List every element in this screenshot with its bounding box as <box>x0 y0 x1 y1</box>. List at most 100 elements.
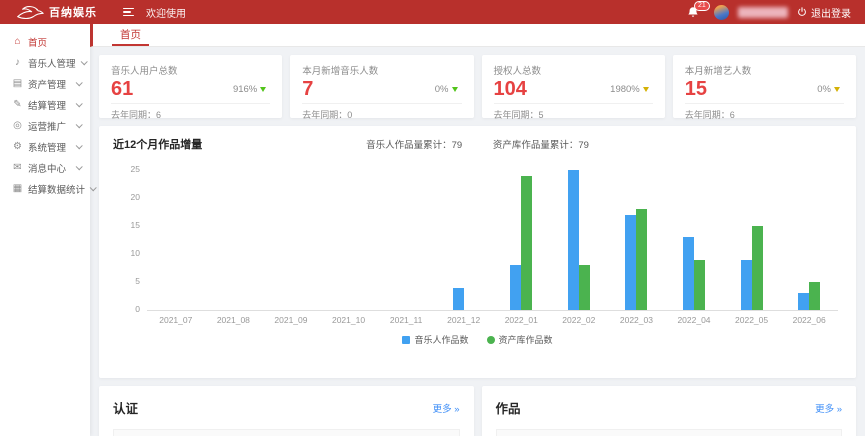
bottom-panels: 认证更多 »头像音乐人名称艺名类型申请时间状态操作作品更多 »封面作品名称音乐人… <box>99 386 856 436</box>
stat-card: 授权人总数1041980%去年同期：5 <box>482 55 665 118</box>
more-link[interactable]: 更多 » <box>815 401 842 415</box>
y-axis-tick: 0 <box>135 304 140 314</box>
table-header-row: 封面作品名称音乐人类型上传时间状态操作 <box>497 430 842 436</box>
gear-icon: ⚙ <box>12 141 23 152</box>
welcome-text: 欢迎使用 <box>146 5 186 20</box>
panel-title: 认证 <box>113 398 138 417</box>
bar-group <box>435 170 493 310</box>
stat-card: 本月新增音乐人数70%去年同期：0 <box>290 55 473 118</box>
stat-card-value: 15 <box>685 78 707 100</box>
sidebar-menu: ⌂首页♪音乐人管理▤资产管理✎结算管理◎运营推广⚙系统管理 ✉ 消息中心 ▦结算数据统… <box>0 31 90 199</box>
stat-cards-row: 音乐人用户总数61916%去年同期：6本月新增音乐人数70%去年同期：0授权人总… <box>99 55 856 118</box>
stat-percent-text: 1980% <box>610 84 640 95</box>
bar-group <box>780 170 838 310</box>
bar-musician[interactable] <box>625 215 636 310</box>
legend-item[interactable]: 资产库作品数 <box>487 333 553 346</box>
y-axis-tick: 5 <box>135 276 140 286</box>
stat-card-footer: 去年同期：5 <box>494 103 653 121</box>
trend-down-icon <box>452 87 458 92</box>
bar-asset[interactable] <box>809 282 820 310</box>
tab-bar: 首页 <box>90 24 865 47</box>
tab-home[interactable]: 首页 <box>115 27 146 46</box>
bar-asset[interactable] <box>752 226 763 310</box>
stat-card-mid: 15 0% <box>685 78 844 100</box>
trend-down-icon <box>643 87 649 92</box>
chevron-down-icon <box>80 58 87 65</box>
stat-card: 音乐人用户总数61916%去年同期：6 <box>99 55 282 118</box>
notification-badge: 21 <box>694 1 710 11</box>
bar-musician[interactable] <box>741 260 752 310</box>
stat-card-label: 本月新增艺人数 <box>685 63 844 77</box>
sidebar-item-globe[interactable]: ◎运营推广 <box>0 115 90 136</box>
notifications-button[interactable]: 21 <box>687 6 699 19</box>
logout-label: 退出登录 <box>811 5 851 20</box>
pencil-icon: ✎ <box>12 99 23 110</box>
stat-card: 本月新增艺人数150%去年同期：6 <box>673 55 856 118</box>
chart-card: 近12个月作品增量 音乐人作品量累计：79 资产库作品量累计：79 051015… <box>99 126 856 378</box>
stat-card-footer: 去年同期：6 <box>111 103 270 121</box>
sidebar: ⌂首页♪音乐人管理▤资产管理✎结算管理◎运营推广⚙系统管理 ✉ 消息中心 ▦结算数据统… <box>0 24 90 436</box>
legend-item[interactable]: 音乐人作品数 <box>402 333 468 346</box>
message-icon: ✉ <box>12 162 23 173</box>
panel-认证: 认证更多 »头像音乐人名称艺名类型申请时间状态操作 <box>99 386 474 436</box>
sidebar-item-headphones[interactable]: ♪音乐人管理 <box>0 52 90 73</box>
stat-card-label: 授权人总数 <box>494 63 653 77</box>
avatar[interactable] <box>714 5 729 20</box>
bar-musician[interactable] <box>683 237 694 310</box>
sidebar-item-label: 消息中心 <box>28 161 66 175</box>
brand[interactable]: 百纳娱乐 <box>0 4 97 20</box>
x-axis-labels: 2021_072021_082021_092021_102021_112021_… <box>147 315 838 325</box>
bar-group <box>147 170 205 310</box>
sidebar-item-wallet[interactable]: ▤资产管理 <box>0 73 90 94</box>
bar-asset[interactable] <box>521 176 532 310</box>
x-axis-label: 2022_02 <box>550 315 608 325</box>
bar-group <box>205 170 263 310</box>
panel-header: 作品更多 » <box>496 398 843 417</box>
collapse-menu-icon[interactable] <box>123 8 134 16</box>
home-icon: ⌂ <box>12 36 23 47</box>
stat-card-label: 音乐人用户总数 <box>111 63 270 77</box>
chevron-down-icon <box>76 121 83 128</box>
sidebar-item-home[interactable]: ⌂首页 <box>0 31 90 52</box>
trend-down-icon <box>260 87 266 92</box>
legend-label: 音乐人作品数 <box>414 333 468 346</box>
bar-musician[interactable] <box>798 293 809 310</box>
panel-table: 封面作品名称音乐人类型上传时间状态操作 <box>496 429 843 436</box>
bar-asset[interactable] <box>636 209 647 310</box>
sidebar-item-message[interactable]: ✉ 消息中心 <box>0 157 90 178</box>
stat-card-percent: 0% <box>817 84 840 95</box>
stat-percent-text: 0% <box>435 84 449 95</box>
bar-group <box>377 170 435 310</box>
more-link[interactable]: 更多 » <box>433 401 460 415</box>
top-header: 百纳娱乐 欢迎使用 21 <box>0 0 865 24</box>
username-blurred <box>738 7 788 18</box>
sidebar-item-chart[interactable]: ▦结算数据统计 <box>0 178 90 199</box>
x-axis-label: 2021_12 <box>435 315 493 325</box>
bar-asset[interactable] <box>694 260 705 310</box>
bar-musician[interactable] <box>510 265 521 310</box>
headphones-icon: ♪ <box>12 57 23 68</box>
chart-legend: 音乐人作品数 资产库作品数 <box>99 333 856 346</box>
bar-group <box>723 170 781 310</box>
x-axis-label: 2022_03 <box>608 315 666 325</box>
bar-group <box>665 170 723 310</box>
bar-group <box>550 170 608 310</box>
x-axis-label: 2021_10 <box>320 315 378 325</box>
stat-card-percent: 0% <box>435 84 458 95</box>
asset-works-total: 资产库作品量累计：79 <box>493 140 589 151</box>
stat-card-mid: 70% <box>302 78 461 100</box>
sidebar-item-pencil[interactable]: ✎结算管理 <box>0 94 90 115</box>
main-content: 音乐人用户总数61916%去年同期：6本月新增音乐人数70%去年同期：0授权人总… <box>90 47 865 436</box>
bar-musician[interactable] <box>453 288 464 310</box>
x-axis-label: 2022_06 <box>780 315 838 325</box>
sidebar-item-gear[interactable]: ⚙系统管理 <box>0 136 90 157</box>
sidebar-item-label: 结算数据统计 <box>28 182 85 196</box>
app: 百纳娱乐 欢迎使用 21 <box>0 0 865 436</box>
bar-asset[interactable] <box>579 265 590 310</box>
logout-button[interactable]: 退出登录 <box>797 5 851 20</box>
bar-musician[interactable] <box>568 170 579 310</box>
globe-icon: ◎ <box>12 120 23 131</box>
y-axis-tick: 15 <box>131 220 140 230</box>
stat-card-percent: 916% <box>233 84 266 95</box>
header-right: 21 退出登录 <box>687 5 865 20</box>
